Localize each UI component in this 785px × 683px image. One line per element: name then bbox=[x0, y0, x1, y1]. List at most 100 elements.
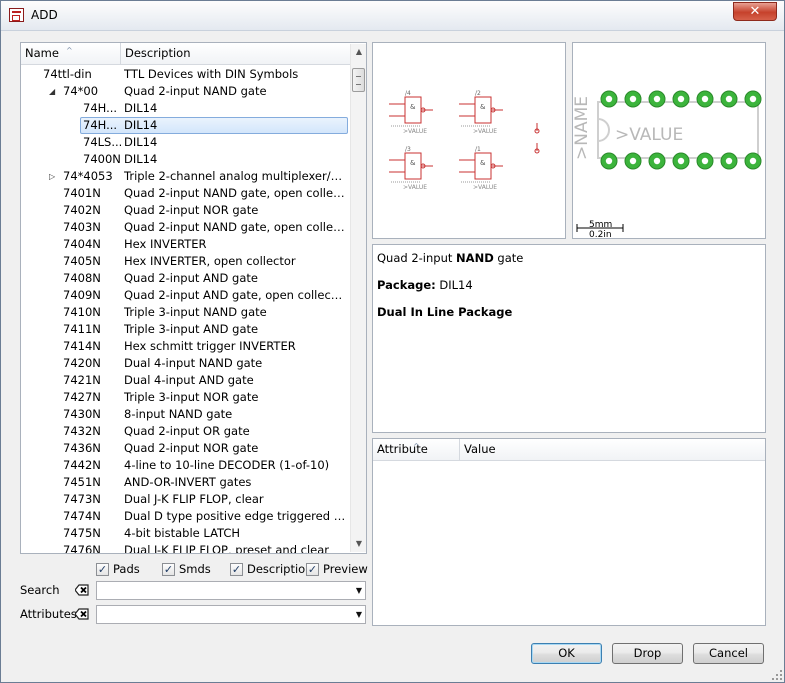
gate-label: /2 bbox=[475, 90, 481, 97]
pad-drill-hole bbox=[677, 95, 685, 103]
tree-row-name: 7436N bbox=[63, 441, 101, 455]
tree-row[interactable]: 7427N Triple 3-input NOR gate bbox=[21, 389, 351, 406]
tree-row[interactable]: 7432N Quad 2-input OR gate bbox=[21, 423, 351, 440]
clear-search-icon[interactable] bbox=[75, 584, 89, 596]
gate-and-symbol: & bbox=[480, 159, 486, 167]
tree-row[interactable]: 7476N Dual J-K FLIP FLOP, preset and clea… bbox=[21, 542, 351, 554]
close-button[interactable]: ✕ bbox=[733, 2, 777, 21]
pad-drill-hole bbox=[749, 95, 757, 103]
tree-row-description: Quad 2-input NAND gate, open collecto... bbox=[124, 220, 346, 234]
collapse-icon[interactable]: ◢ bbox=[49, 83, 55, 100]
scale-in-label: 0.2in bbox=[589, 230, 612, 238]
tree-row[interactable]: 74H... DIL14 bbox=[21, 100, 351, 117]
tree-row[interactable]: ◢ 74*00 Quad 2-input NAND gate bbox=[21, 83, 351, 100]
cancel-button[interactable]: Cancel bbox=[693, 643, 764, 664]
column-header-value-label: Value bbox=[464, 442, 496, 456]
gate-value-text: >VALUE bbox=[473, 128, 497, 135]
tree-row-description: Quad 2-input AND gate, open collector bbox=[124, 288, 346, 302]
tree-row[interactable]: 7403N Quad 2-input NAND gate, open collec… bbox=[21, 219, 351, 236]
scale-mm-label: 5mm bbox=[589, 220, 612, 230]
tree-row-description: Dual D type positive edge triggered FLIP… bbox=[124, 509, 346, 523]
tree-row[interactable]: 7400N DIL14 bbox=[21, 151, 351, 168]
tree-row[interactable]: 7451N AND-OR-INVERT gates bbox=[21, 474, 351, 491]
column-header-description[interactable]: Description bbox=[121, 43, 350, 65]
gate-symbol: /3 & >VALUE bbox=[389, 146, 433, 191]
tree-row[interactable]: 74LS... DIL14 bbox=[21, 134, 351, 151]
tree-row[interactable]: 7420N Dual 4-input NAND gate bbox=[21, 355, 351, 372]
sort-ascending-icon: ^ bbox=[66, 46, 73, 55]
tree-row-name: 7421N bbox=[63, 373, 101, 387]
tree-row[interactable]: 7410N Triple 3-input NAND gate bbox=[21, 304, 351, 321]
tree-row[interactable]: 7404N Hex INVERTER bbox=[21, 236, 351, 253]
tree-row-description: DIL14 bbox=[124, 118, 158, 132]
pad-drill-hole bbox=[605, 95, 613, 103]
gate-symbol: /4 & >VALUE bbox=[389, 90, 433, 135]
tree-row[interactable]: 74H... DIL14 bbox=[21, 117, 351, 134]
attributes-table[interactable]: ^ Attribute Value bbox=[372, 438, 766, 626]
app-icon bbox=[9, 8, 24, 22]
tree-row[interactable]: 7436N Quad 2-input NOR gate bbox=[21, 440, 351, 457]
drop-button[interactable]: Drop bbox=[612, 643, 683, 664]
tree-row-description: Triple 3-input NAND gate bbox=[124, 305, 267, 319]
tree-row-description: TTL Devices with DIN Symbols bbox=[124, 67, 299, 81]
tree-row[interactable]: 7402N Quad 2-input NOR gate bbox=[21, 202, 351, 219]
power-pin bbox=[534, 123, 540, 134]
tree-row-description: Dual 4-input AND gate bbox=[124, 373, 254, 387]
tree-scrollbar[interactable]: ▲ ▼ bbox=[350, 44, 366, 552]
ok-button[interactable]: OK bbox=[531, 643, 602, 664]
resize-grip-icon[interactable] bbox=[772, 670, 782, 680]
symbol-preview: /4 & >VALUE/2 & >VALUE/3 & >VALUE/1 & >VALUE bbox=[372, 42, 566, 239]
title-bar[interactable]: ADD ✕ bbox=[1, 1, 784, 31]
attributes-input[interactable]: ▼ bbox=[96, 605, 366, 624]
tree-row-description: Hex schmitt trigger INVERTER bbox=[124, 339, 296, 353]
tree-row[interactable]: 7401N Quad 2-input NAND gate, open collec… bbox=[21, 185, 351, 202]
pads-checkbox[interactable]: ✓ bbox=[96, 563, 109, 576]
tree-row-name: 7401N bbox=[63, 186, 101, 200]
tree-row[interactable]: 74ttl-din TTL Devices with DIN Symbols bbox=[21, 66, 351, 83]
tree-row[interactable]: ▷ 74*4053 Triple 2-channel analog multiple… bbox=[21, 168, 351, 185]
tree-row[interactable]: 7430N 8-input NAND gate bbox=[21, 406, 351, 423]
search-input[interactable]: ▼ bbox=[96, 581, 366, 600]
column-header-description-label: Description bbox=[125, 46, 191, 60]
tree-row-description: Quad 2-input AND gate bbox=[124, 271, 258, 285]
tree-row[interactable]: 7405N Hex INVERTER, open collector bbox=[21, 253, 351, 270]
tree-row-description: DIL14 bbox=[124, 152, 158, 166]
tree-row[interactable]: 7411N Triple 3-input AND gate bbox=[21, 321, 351, 338]
tree-row-name: 7410N bbox=[63, 305, 101, 319]
tree-row[interactable]: 7414N Hex schmitt trigger INVERTER bbox=[21, 338, 351, 355]
tree-row-name: 7475N bbox=[63, 526, 101, 540]
tree-row-description: Triple 3-input NOR gate bbox=[124, 390, 259, 404]
tree-row[interactable]: 7475N 4-bit bistable LATCH bbox=[21, 525, 351, 542]
pads-label: Pads bbox=[113, 562, 140, 576]
tree-row-description: Dual J-K FLIP FLOP, preset and clear bbox=[124, 543, 330, 554]
package-desc-text: Dual In Line Package bbox=[377, 305, 513, 319]
symbol-drawing: /4 & >VALUE/2 & >VALUE/3 & >VALUE/1 & >VALUE bbox=[389, 90, 540, 191]
smds-checkbox[interactable]: ✓ bbox=[162, 563, 175, 576]
preview-checkbox[interactable]: ✓ bbox=[306, 563, 319, 576]
dropdown-arrow-icon[interactable]: ▼ bbox=[356, 606, 362, 624]
column-header-attribute[interactable]: ^ Attribute bbox=[373, 439, 460, 461]
scroll-up-icon[interactable]: ▲ bbox=[351, 44, 366, 60]
tree-row[interactable]: 7474N Dual D type positive edge triggered… bbox=[21, 508, 351, 525]
pad-drill-hole bbox=[701, 157, 709, 165]
tree-row[interactable]: 7421N Dual 4-input AND gate bbox=[21, 372, 351, 389]
tree-row-name: 74*4053 bbox=[63, 169, 113, 183]
clear-attributes-icon[interactable] bbox=[75, 608, 89, 620]
column-header-value[interactable]: Value bbox=[460, 439, 765, 461]
tree-row[interactable]: 7409N Quad 2-input AND gate, open collect… bbox=[21, 287, 351, 304]
tree-row-description: Dual J-K FLIP FLOP, clear bbox=[124, 492, 264, 506]
tree-row[interactable]: 7442N 4-line to 10-line DECODER (1-of-10) bbox=[21, 457, 351, 474]
column-header-name-label: Name bbox=[25, 46, 59, 60]
scroll-thumb[interactable] bbox=[352, 68, 365, 92]
dropdown-arrow-icon[interactable]: ▼ bbox=[356, 582, 362, 600]
scroll-down-icon[interactable]: ▼ bbox=[351, 536, 366, 552]
tree-row[interactable]: 7473N Dual J-K FLIP FLOP, clear bbox=[21, 491, 351, 508]
expand-icon[interactable]: ▷ bbox=[49, 168, 55, 185]
pad-drill-hole bbox=[629, 95, 637, 103]
pad-drill-hole bbox=[653, 95, 661, 103]
tree-row[interactable]: 7408N Quad 2-input AND gate bbox=[21, 270, 351, 287]
column-header-name[interactable]: ^ Name bbox=[21, 43, 121, 65]
package-label: Package: bbox=[377, 278, 436, 292]
library-tree[interactable]: ^ Name Description 74ttl-din TTL Devices … bbox=[20, 42, 367, 554]
description-checkbox[interactable]: ✓ bbox=[230, 563, 243, 576]
